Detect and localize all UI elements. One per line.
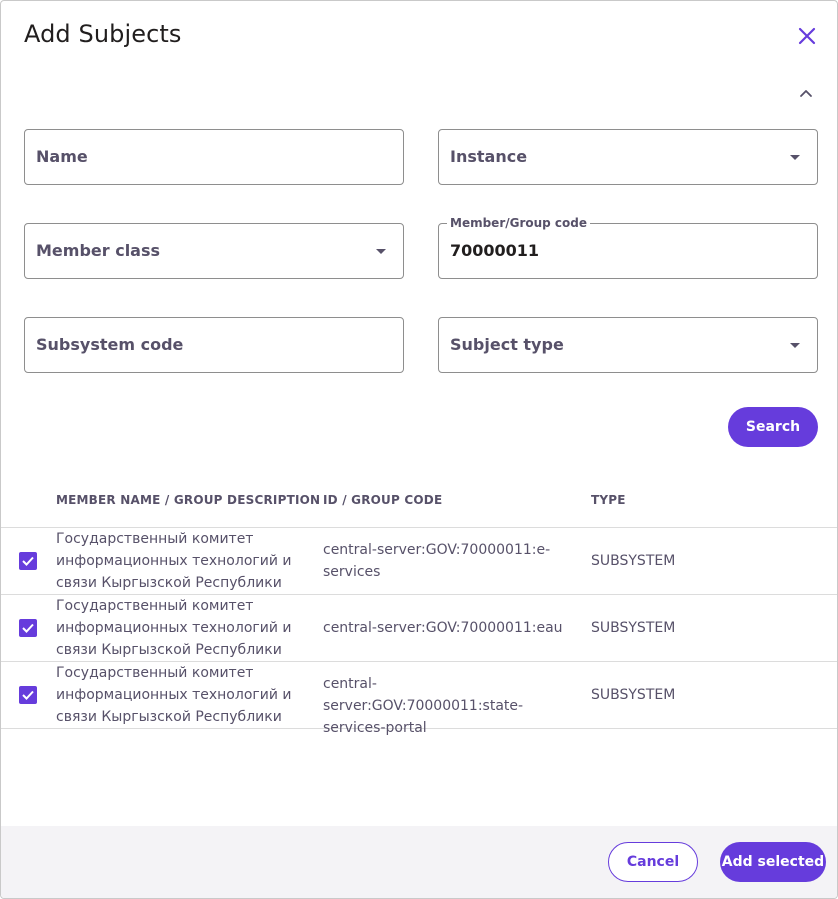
column-header-id: ID / GROUP CODE [323,493,443,507]
table-row[interactable]: Государственный комитет информационных т… [1,528,837,595]
member-name-cell: Государственный комитет информационных т… [56,665,292,725]
row-checkbox[interactable] [19,686,37,704]
member-group-code-value[interactable]: 70000011 [450,241,539,260]
type-cell: SUBSYSTEM [591,687,676,703]
member-name-cell: Государственный комитет информационных т… [56,531,292,591]
dialog-footer: Cancel Add selected [1,826,837,898]
subject-type-select[interactable]: Subject type [438,317,818,373]
instance-select[interactable]: Instance [438,129,818,185]
row-checkbox[interactable] [19,552,37,570]
member-class-select-label: Member class [36,241,161,260]
subject-type-select-label: Subject type [450,335,564,354]
table-row[interactable]: Государственный комитет информационных т… [1,595,837,662]
caret-down-icon [790,343,800,348]
collapse-filters-button[interactable] [794,81,818,105]
check-icon [22,556,34,566]
dialog-title: Add Subjects [24,20,182,48]
check-icon [22,690,34,700]
type-cell: SUBSYSTEM [591,620,676,636]
name-field-label: Name [36,147,88,166]
member-name-cell: Государственный комитет информационных т… [56,598,292,658]
close-button[interactable] [793,22,821,50]
table-header: MEMBER NAME / GROUP DESCRIPTION ID / GRO… [1,481,837,528]
caret-down-icon [790,155,800,160]
column-header-member-name: MEMBER NAME / GROUP DESCRIPTION [56,493,321,507]
chevron-up-icon [800,90,812,97]
member-class-select[interactable]: Member class [24,223,404,279]
row-checkbox[interactable] [19,619,37,637]
add-selected-button[interactable]: Add selected [720,842,826,882]
id-cell: central-server:GOV:70000011:eau [323,620,563,636]
table-row[interactable]: Государственный комитет информационных т… [1,662,837,736]
search-button[interactable]: Search [728,407,818,447]
member-group-code-label: Member/Group code [447,216,591,230]
id-cell: central-server:GOV:70000011:state-servic… [323,676,524,736]
subsystem-code-field-label: Subsystem code [36,335,184,354]
add-subjects-dialog: Add Subjects Name Instance Member class … [0,0,838,899]
column-header-type: TYPE [591,493,626,507]
check-icon [22,623,34,633]
instance-select-label: Instance [450,147,528,166]
caret-down-icon [376,249,386,254]
type-cell: SUBSYSTEM [591,553,676,569]
member-group-code-field[interactable]: Member/Group code 70000011 [438,216,818,279]
subsystem-code-field[interactable]: Subsystem code [24,317,404,373]
name-field[interactable]: Name [24,129,404,185]
cancel-button[interactable]: Cancel [608,842,698,882]
id-cell: central-server:GOV:70000011:e-services [323,542,551,580]
close-icon [798,27,816,45]
